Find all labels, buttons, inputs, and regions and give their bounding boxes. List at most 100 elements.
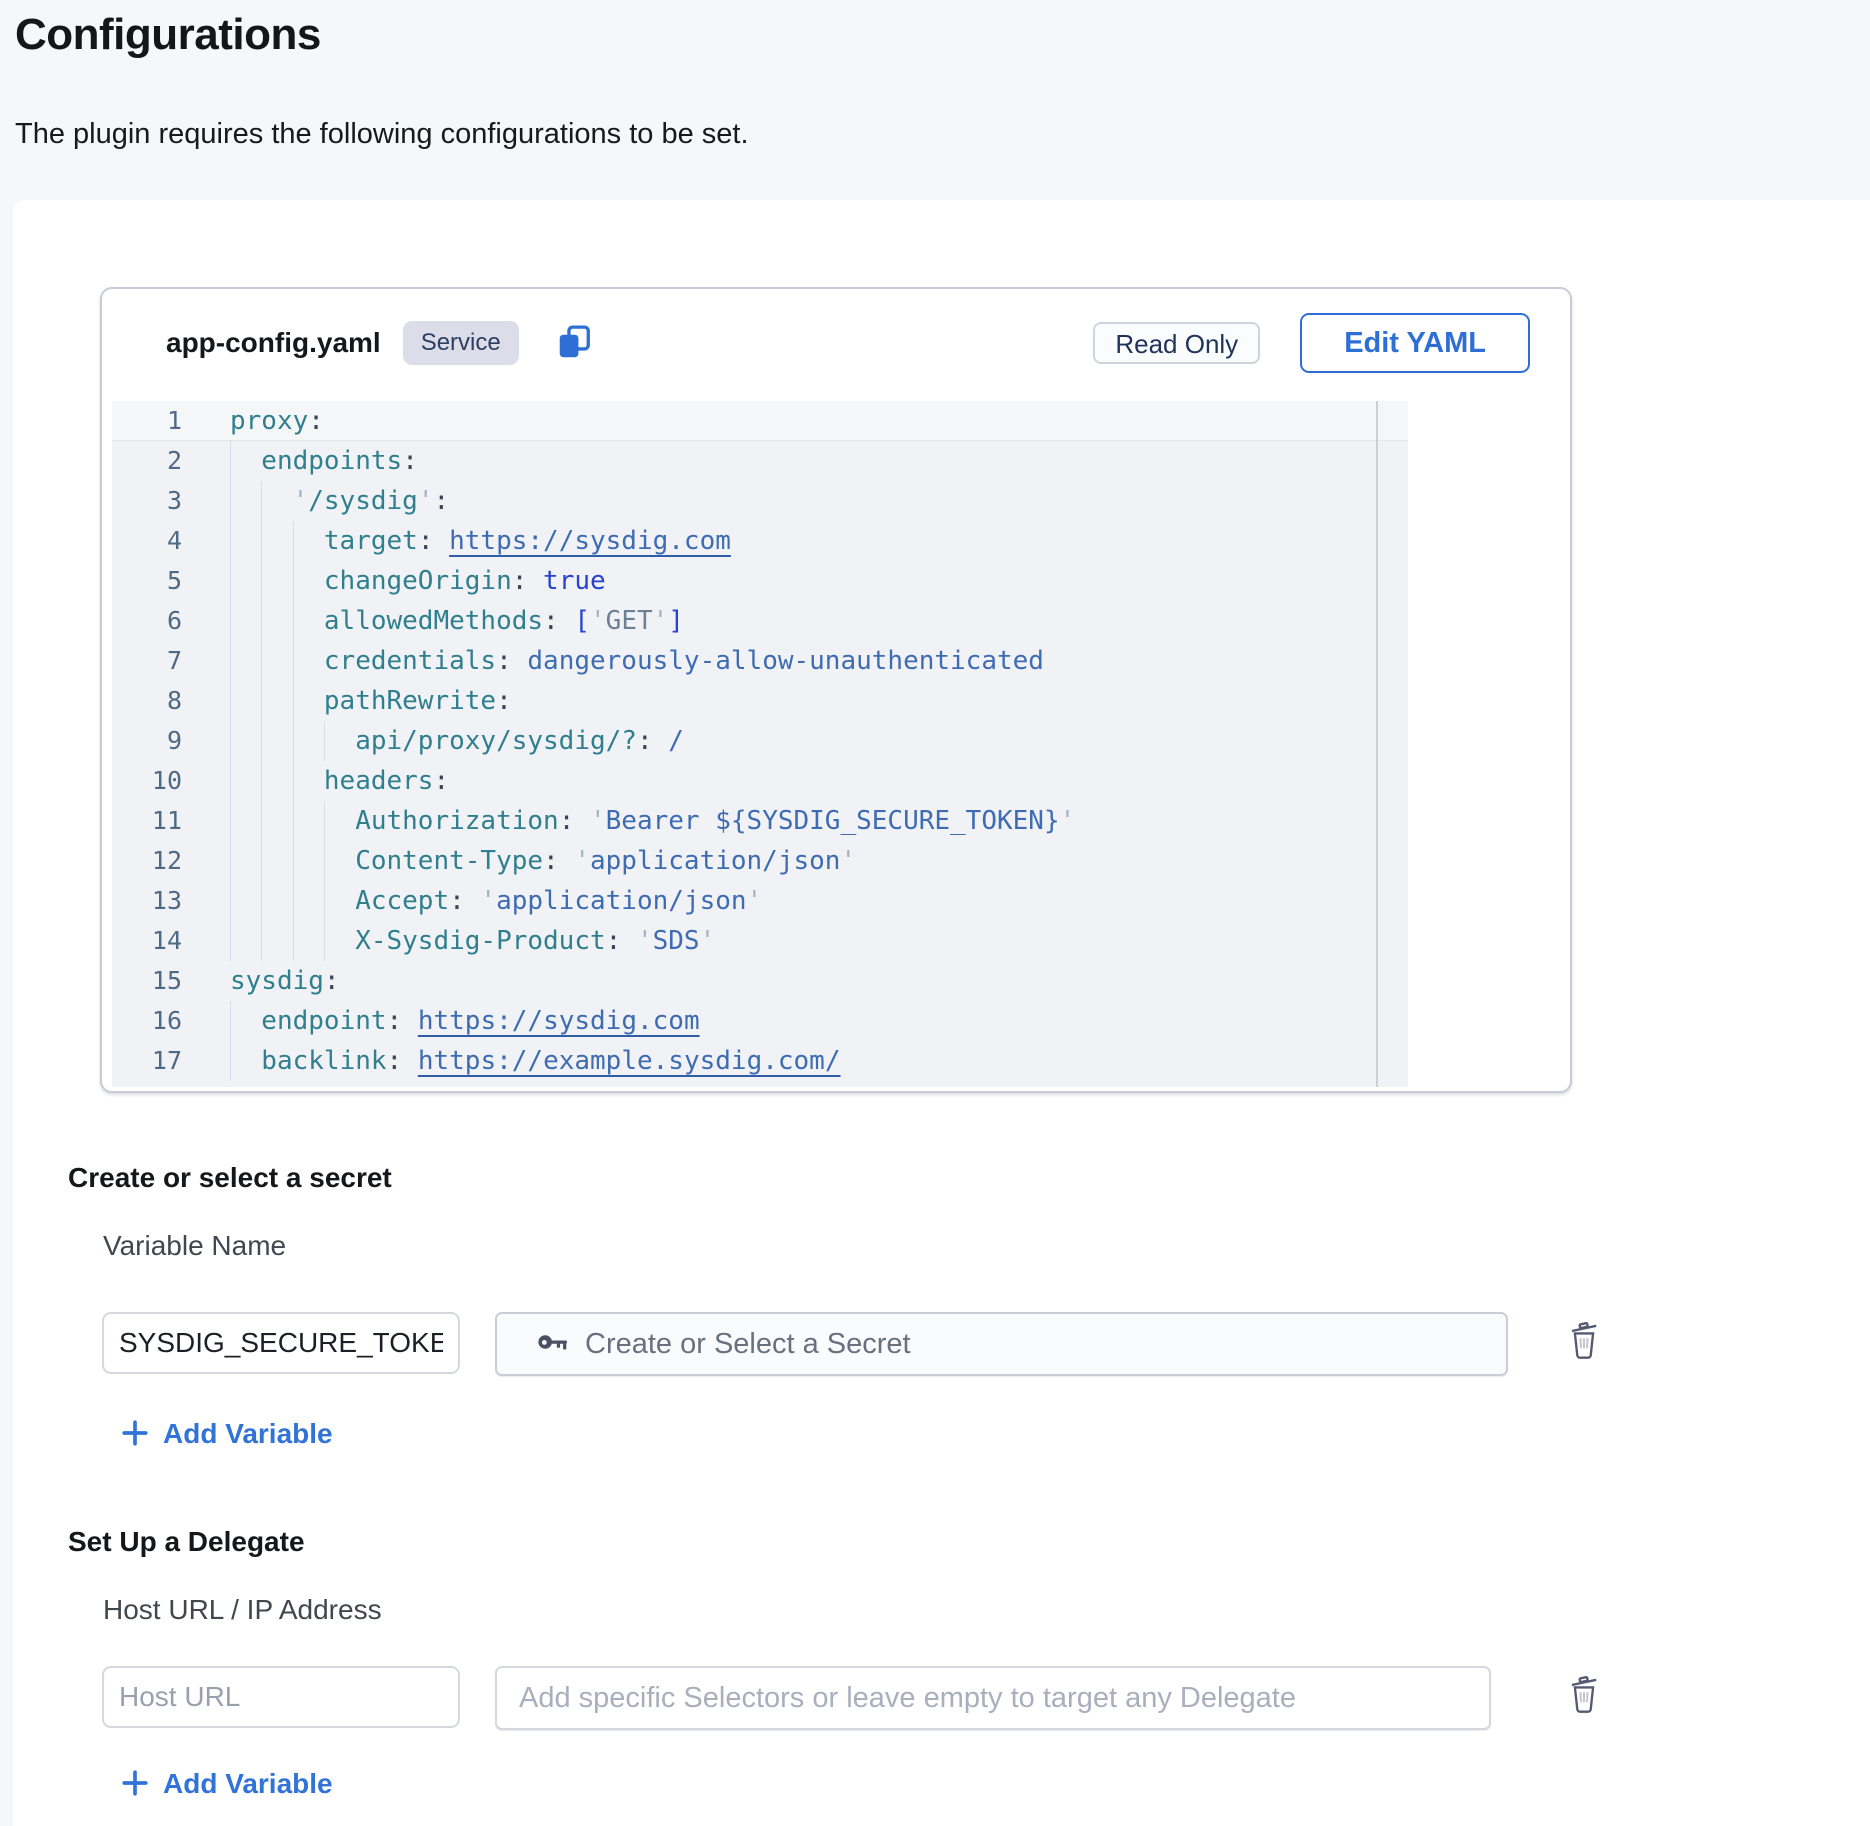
code-line: 11Authorization: 'Bearer ${SYSDIG_SECURE… [112, 801, 1408, 841]
code-line-content: target: https://sysdig.com [230, 521, 731, 561]
line-number: 10 [112, 761, 182, 801]
delegate-section-heading: Set Up a Delegate [68, 1526, 305, 1558]
indent-guide [230, 801, 261, 841]
indent-guide [230, 921, 261, 961]
copy-button[interactable] [555, 323, 593, 364]
line-number: 2 [112, 441, 182, 481]
code-line: 4 target: https://sysdig.com [112, 521, 1408, 561]
indent-guide [230, 441, 261, 481]
indent-guide [230, 1001, 261, 1041]
indent-guide [230, 681, 261, 721]
indent-guide [293, 841, 324, 881]
code-line-content: X-Sysdig-Product: 'SDS' [230, 921, 715, 961]
indent-guide [261, 601, 292, 641]
line-number: 5 [112, 561, 182, 601]
line-number: 3 [112, 481, 182, 521]
code-line: 1proxy: [112, 401, 1408, 441]
line-number: 7 [112, 641, 182, 681]
code-line-content: endpoints: [230, 441, 418, 481]
code-line: 8 pathRewrite: [112, 681, 1408, 721]
code-line-content: Content-Type: 'application/json' [230, 841, 856, 881]
indent-guide [293, 521, 324, 561]
indent-guide [293, 721, 324, 761]
config-card: app-config.yaml Service Read Only Edit Y… [100, 287, 1572, 1093]
card-header: app-config.yaml Service Read Only Edit Y… [166, 311, 1530, 375]
indent-guide [230, 721, 261, 761]
plus-icon [121, 1769, 149, 1800]
delegate-selectors-input[interactable]: Add specific Selectors or leave empty to… [495, 1666, 1491, 1730]
delegate-selectors-placeholder: Add specific Selectors or leave empty to… [519, 1682, 1296, 1715]
line-number: 14 [112, 921, 182, 961]
add-variable-button[interactable]: Add Variable [121, 1416, 333, 1452]
read-only-button[interactable]: Read Only [1093, 322, 1260, 364]
indent-guide [293, 641, 324, 681]
indent-guide [261, 721, 292, 761]
page-subtitle: The plugin requires the following config… [15, 118, 749, 151]
code-line: 12Content-Type: 'application/json' [112, 841, 1408, 881]
indent-guide [293, 881, 324, 921]
code-line: 15sysdig: [112, 961, 1408, 1001]
indent-guide [261, 801, 292, 841]
key-icon [535, 1325, 569, 1364]
secret-selector-placeholder: Create or Select a Secret [585, 1328, 911, 1361]
indent-guide [293, 681, 324, 721]
code-line-content: Authorization: 'Bearer ${SYSDIG_SECURE_T… [230, 801, 1075, 841]
code-line: 16endpoint: https://sysdig.com [112, 1001, 1408, 1041]
line-number: 9 [112, 721, 182, 761]
code-line-content: headers: [230, 761, 449, 801]
code-line-content: Accept: 'application/json' [230, 881, 762, 921]
code-scrollbar[interactable] [1376, 401, 1378, 1087]
add-variable-label: Add Variable [163, 1768, 333, 1800]
host-url-label: Host URL / IP Address [103, 1594, 382, 1626]
indent-guide [261, 681, 292, 721]
host-url-input[interactable] [102, 1666, 460, 1728]
line-number: 13 [112, 881, 182, 921]
plus-icon [121, 1419, 149, 1450]
indent-guide [324, 801, 355, 841]
code-line-content: api/proxy/sysdig/?: / [230, 721, 684, 761]
code-line: 5 changeOrigin: true [112, 561, 1408, 601]
line-number: 6 [112, 601, 182, 641]
indent-guide [261, 641, 292, 681]
code-line-content: changeOrigin: true [230, 561, 606, 601]
code-editor[interactable]: 1proxy:2 endpoints: 3 '/sysdig': 4 target: ht… [112, 401, 1408, 1087]
indent-guide [230, 521, 261, 561]
indent-guide [261, 481, 292, 521]
add-delegate-variable-button[interactable]: Add Variable [121, 1766, 333, 1802]
copy-icon [555, 323, 593, 364]
code-line: 17backlink: https://example.sysdig.com/ [112, 1041, 1408, 1081]
variable-name-label: Variable Name [103, 1230, 286, 1262]
code-line: 13 Accept: 'application/json' [112, 881, 1408, 921]
add-variable-label: Add Variable [163, 1418, 333, 1450]
indent-guide [230, 841, 261, 881]
indent-guide [261, 561, 292, 601]
indent-guide [261, 761, 292, 801]
delete-variable-button[interactable] [1563, 1318, 1605, 1364]
code-line-content: allowedMethods: ['GET'] [230, 601, 684, 641]
code-line: 14 X-Sysdig-Product: 'SDS' [112, 921, 1408, 961]
service-badge: Service [403, 321, 519, 365]
code-line-content: pathRewrite: [230, 681, 512, 721]
code-line-content: credentials: dangerously-allow-unauthent… [230, 641, 1044, 681]
variable-name-input[interactable] [102, 1312, 460, 1374]
trash-icon [1567, 1672, 1601, 1717]
secret-section-heading: Create or select a secret [68, 1162, 392, 1194]
secret-selector-field[interactable]: Create or Select a Secret [495, 1312, 1508, 1376]
code-line-content: '/sysdig': [230, 481, 449, 521]
code-line: 6 allowedMethods: ['GET'] [112, 601, 1408, 641]
code-line: 3 '/sysdig': [112, 481, 1408, 521]
indent-guide [230, 561, 261, 601]
indent-guide [230, 601, 261, 641]
content-panel: app-config.yaml Service Read Only Edit Y… [13, 200, 1870, 1826]
code-line: 7 credentials: dangerously-allow-unauthen… [112, 641, 1408, 681]
indent-guide [230, 761, 261, 801]
indent-guide [293, 801, 324, 841]
indent-guide [293, 561, 324, 601]
edit-yaml-button[interactable]: Edit YAML [1300, 313, 1530, 373]
line-number: 1 [112, 401, 182, 440]
delete-delegate-button[interactable] [1563, 1672, 1605, 1718]
line-number: 8 [112, 681, 182, 721]
indent-guide [261, 841, 292, 881]
line-number: 4 [112, 521, 182, 561]
indent-guide [230, 1041, 261, 1081]
